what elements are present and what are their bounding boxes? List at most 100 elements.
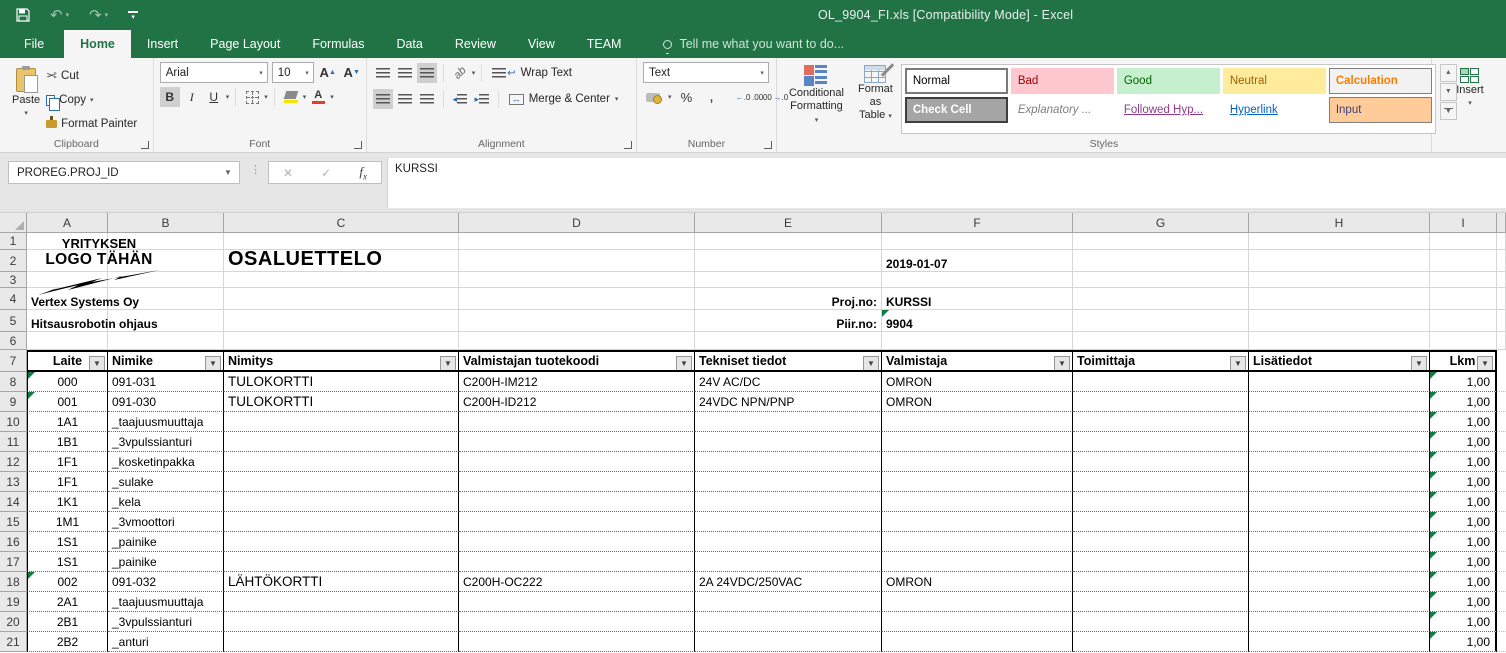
cell-C20[interactable] (224, 612, 459, 632)
tab-formulas[interactable]: Formulas (296, 30, 380, 58)
cell-H20[interactable] (1249, 612, 1430, 632)
cell-G21[interactable] (1073, 632, 1249, 652)
cell-I12[interactable]: 1,00 (1430, 452, 1497, 472)
column-header-A[interactable]: A (27, 213, 108, 233)
cell-E8[interactable]: 24V AC/DC (695, 372, 882, 392)
cell-style-explanatory[interactable]: Explanatory ... (1011, 97, 1114, 123)
tab-insert[interactable]: Insert (131, 30, 194, 58)
column-header-H[interactable]: H (1249, 213, 1430, 233)
copy-button[interactable]: Copy ▾ (46, 90, 137, 111)
cell-B6[interactable] (108, 332, 224, 350)
cell-A18[interactable]: 002 (27, 572, 108, 592)
paste-button[interactable]: Paste ▾ (6, 62, 46, 134)
formula-input[interactable]: KURSSI (387, 158, 1506, 208)
filter-button[interactable]: ▼ (1411, 356, 1427, 371)
cell-B20[interactable]: _3vpulssianturi (108, 612, 224, 632)
row-header-19[interactable]: 19 (0, 592, 27, 612)
cell-D12[interactable] (459, 452, 695, 472)
cell-F11[interactable] (882, 432, 1073, 452)
cell-D19[interactable] (459, 592, 695, 612)
cell-B8[interactable]: 091-031 (108, 372, 224, 392)
cell-style-calculation[interactable]: Calculation (1329, 68, 1432, 94)
cell-I2[interactable] (1430, 250, 1497, 272)
redo-icon[interactable]: ↷▾ (89, 6, 108, 24)
cell-C11[interactable] (224, 432, 459, 452)
cell-E17[interactable] (695, 552, 882, 572)
row-header-14[interactable]: 14 (0, 492, 27, 512)
cell-H13[interactable] (1249, 472, 1430, 492)
cell-C12[interactable] (224, 452, 459, 472)
cell-C3[interactable] (224, 272, 459, 288)
top-align-button[interactable] (373, 63, 393, 83)
cell-F14[interactable] (882, 492, 1073, 512)
cell-style-bad[interactable]: Bad (1011, 68, 1114, 94)
middle-align-button[interactable] (395, 63, 415, 83)
align-right-button[interactable] (417, 89, 437, 109)
cell-D8[interactable]: C200H-IM212 (459, 372, 695, 392)
cell-E16[interactable] (695, 532, 882, 552)
cell-G14[interactable] (1073, 492, 1249, 512)
cell-H10[interactable] (1249, 412, 1430, 432)
cell-G10[interactable] (1073, 412, 1249, 432)
row-header-15[interactable]: 15 (0, 512, 27, 532)
cell-B10[interactable]: _taajuusmuuttaja (108, 412, 224, 432)
cell-H12[interactable] (1249, 452, 1430, 472)
cell-G8[interactable] (1073, 372, 1249, 392)
cell-style-hyperlink[interactable]: Hyperlink (1223, 97, 1326, 123)
tab-file[interactable]: File (4, 30, 64, 58)
row-header-16[interactable]: 16 (0, 532, 27, 552)
cell-I5[interactable] (1430, 310, 1497, 332)
cell-F10[interactable] (882, 412, 1073, 432)
number-dialog-launcher-icon[interactable] (764, 141, 772, 149)
row-header-2[interactable]: 2 (0, 250, 27, 272)
cell-C15[interactable] (224, 512, 459, 532)
cell-D15[interactable] (459, 512, 695, 532)
font-color-button[interactable]: A (308, 87, 328, 107)
wrap-text-button[interactable]: ↩ Wrap Text (488, 62, 576, 84)
undo-icon[interactable]: ↶▾ (50, 6, 69, 24)
cell-G4[interactable] (1073, 288, 1249, 310)
cell-D1[interactable] (459, 233, 695, 250)
cell-I9[interactable]: 1,00 (1430, 392, 1497, 412)
bottom-align-button[interactable] (417, 63, 437, 83)
cell-H21[interactable] (1249, 632, 1430, 652)
cell-D10[interactable] (459, 412, 695, 432)
cell-E9[interactable]: 24VDC NPN/PNP (695, 392, 882, 412)
cell-G20[interactable] (1073, 612, 1249, 632)
cell-B15[interactable]: _3vmoottori (108, 512, 224, 532)
cell-D21[interactable] (459, 632, 695, 652)
filter-button[interactable]: ▼ (89, 356, 105, 371)
row-header-6[interactable]: 6 (0, 332, 27, 350)
cell-G18[interactable] (1073, 572, 1249, 592)
cell-F8[interactable]: OMRON (882, 372, 1073, 392)
cell-F6[interactable] (882, 332, 1073, 350)
cell-I17[interactable]: 1,00 (1430, 552, 1497, 572)
table-header-8[interactable]: Lkm▼ (1430, 350, 1497, 372)
cell-H19[interactable] (1249, 592, 1430, 612)
cell-G2[interactable] (1073, 250, 1249, 272)
table-header-0[interactable]: Laite▼ (27, 350, 108, 372)
tab-data[interactable]: Data (380, 30, 438, 58)
row-header-11[interactable]: 11 (0, 432, 27, 452)
cell-C13[interactable] (224, 472, 459, 492)
column-header-G[interactable]: G (1073, 213, 1249, 233)
accounting-format-button[interactable] (643, 87, 663, 107)
cell-B21[interactable]: _anturi (108, 632, 224, 652)
cell-I4[interactable] (1430, 288, 1497, 310)
row-header-10[interactable]: 10 (0, 412, 27, 432)
cell-G1[interactable] (1073, 233, 1249, 250)
insert-cells-button[interactable]: Insert ▾ (1438, 62, 1502, 113)
cell-I6[interactable] (1430, 332, 1497, 350)
font-dialog-launcher-icon[interactable] (354, 141, 362, 149)
cell-style-followed[interactable]: Followed Hyp... (1117, 97, 1220, 123)
cell-C9[interactable]: TULOKORTTI (224, 392, 459, 412)
cell-F3[interactable] (882, 272, 1073, 288)
fill-color-button[interactable] (281, 87, 301, 107)
font-name-combo[interactable]: Arial ▾ (160, 62, 268, 83)
row-header-8[interactable]: 8 (0, 372, 27, 392)
cell-I16[interactable]: 1,00 (1430, 532, 1497, 552)
row-header-1[interactable]: 1 (0, 233, 27, 250)
cell-I13[interactable]: 1,00 (1430, 472, 1497, 492)
cell-G9[interactable] (1073, 392, 1249, 412)
cell-C14[interactable] (224, 492, 459, 512)
